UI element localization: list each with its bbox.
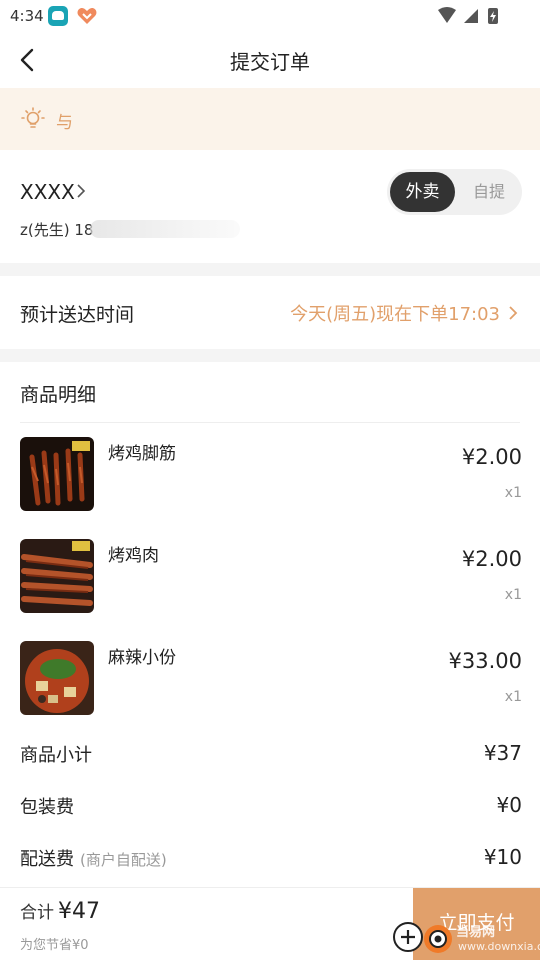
item-qty: x1	[504, 485, 522, 501]
chevron-right-icon[interactable]	[74, 180, 88, 202]
signal-battery-icon	[438, 7, 498, 24]
order-detail-card: 商品明细 烤鸡脚筋 ¥2.00 x1 烤鸡肉 ¥2.00 x1 麻辣小份 ¥33…	[0, 362, 540, 887]
chevron-right-icon[interactable]	[506, 302, 520, 324]
mode-pickup-option[interactable]: 自提	[459, 172, 519, 212]
address-card[interactable]: XXXX z(先生) 18 外卖 自提	[0, 150, 540, 263]
eta-row[interactable]: 预计送达时间 今天(周五)现在下单17:03	[0, 276, 540, 349]
item-price: ¥2.00	[461, 445, 522, 469]
eta-value[interactable]: 今天(周五)现在下单17:03	[290, 300, 500, 326]
item-qty: x1	[504, 689, 522, 705]
app-notification-icon	[48, 6, 68, 26]
eta-label: 预计送达时间	[20, 304, 135, 326]
watermark: 当易网 www.downxia.com	[386, 915, 540, 959]
fee-value: ¥37	[483, 741, 522, 765]
fee-label: 包装费	[20, 797, 74, 818]
item-name: 烤鸡脚筋	[108, 444, 176, 464]
fee-label: 配送费	[20, 849, 74, 870]
watermark-url: www.downxia.com	[458, 940, 540, 953]
fee-value: ¥0	[496, 793, 522, 817]
mode-delivery-option[interactable]: 外卖	[390, 172, 455, 212]
item-price: ¥2.00	[461, 547, 522, 571]
status-bar: 4:34	[0, 0, 540, 32]
item-image	[20, 437, 94, 511]
detail-heading: 商品明细	[20, 384, 97, 406]
fee-label: 商品小计	[20, 745, 92, 766]
saved-text: 为您节省¥0	[20, 938, 89, 953]
fee-row-subtotal: 商品小计 ¥37	[20, 741, 522, 771]
total-amount: ¥47	[58, 899, 100, 924]
page-title: 提交订单	[230, 50, 310, 74]
status-time: 4:34	[10, 7, 44, 25]
fee-row-delivery: 配送费 (商户自配送) ¥10	[20, 845, 522, 875]
fee-row-packaging: 包装费 ¥0	[20, 793, 522, 823]
total: 合计 ¥47	[20, 898, 100, 924]
item-qty: x1	[504, 587, 522, 603]
lightbulb-icon	[21, 107, 45, 128]
notice-text: 与	[56, 113, 73, 133]
order-item: 麻辣小份 ¥33.00 x1	[20, 641, 522, 717]
order-item: 烤鸡脚筋 ¥2.00 x1	[20, 437, 522, 513]
masked-phone	[90, 220, 240, 238]
item-name: 烤鸡肉	[108, 546, 159, 566]
divider	[20, 422, 520, 423]
notice-banner: 与	[0, 88, 540, 150]
nav-bar: 提交订单	[0, 32, 540, 88]
total-label: 合计	[20, 903, 54, 923]
item-image	[20, 539, 94, 613]
fee-note: (商户自配送)	[80, 851, 167, 869]
address-place[interactable]: XXXX	[20, 180, 75, 204]
fee-value: ¥10	[483, 845, 522, 869]
watermark-logo-icon	[393, 922, 452, 953]
delivery-mode-toggle[interactable]: 外卖 自提	[387, 169, 522, 215]
order-item: 烤鸡肉 ¥2.00 x1	[20, 539, 522, 615]
item-image	[20, 641, 94, 715]
item-price: ¥33.00	[448, 649, 522, 673]
heart-app-icon	[77, 8, 97, 24]
contact-info: z(先生) 18	[20, 221, 94, 239]
item-name: 麻辣小份	[108, 648, 176, 668]
watermark-title: 当易网	[456, 925, 496, 940]
